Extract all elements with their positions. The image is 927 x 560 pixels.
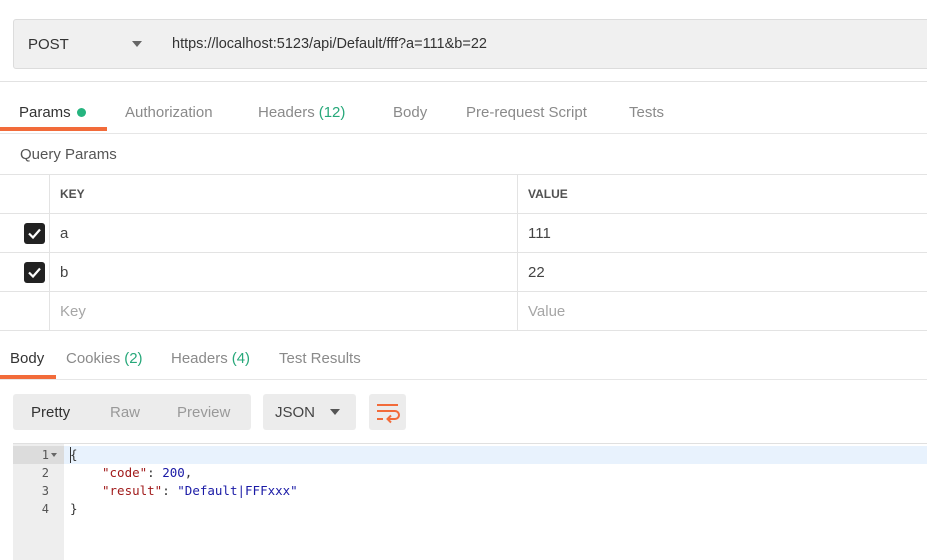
- tab-cookies-count: (2): [124, 350, 143, 367]
- table-row-new: Key Value: [0, 292, 927, 331]
- json-key: "code": [102, 465, 148, 480]
- param-checkbox[interactable]: [24, 223, 45, 244]
- fold-arrow-icon[interactable]: [51, 453, 57, 457]
- method-select[interactable]: POST: [13, 19, 159, 69]
- line-number: 3: [41, 484, 49, 498]
- row-checkbox-cell: [0, 292, 50, 330]
- tab-headers-label: Headers: [258, 104, 315, 121]
- tab-params[interactable]: Params: [19, 94, 86, 131]
- tab-response-body[interactable]: Body: [10, 340, 44, 377]
- chevron-down-icon: [132, 41, 142, 47]
- tab-params-label: Params: [19, 104, 71, 121]
- view-raw-button[interactable]: Raw: [110, 394, 140, 430]
- code-line: }: [70, 500, 78, 518]
- row-checkbox-cell: [0, 214, 50, 252]
- close-brace: }: [70, 501, 78, 516]
- tab-response-headers[interactable]: Headers (4): [171, 340, 250, 377]
- wrap-lines-button[interactable]: [369, 394, 406, 430]
- checkmark-icon: [28, 228, 41, 240]
- response-tabs: Body Cookies (2) Headers (4) Test Result…: [0, 340, 927, 380]
- open-brace: {: [70, 447, 78, 462]
- code-line: {: [70, 446, 78, 464]
- query-params-title: Query Params: [20, 146, 117, 163]
- table-header-row: KEY VALUE: [0, 175, 927, 214]
- tab-body[interactable]: Body: [393, 94, 427, 131]
- method-label: POST: [28, 35, 69, 53]
- tab-test-results[interactable]: Test Results: [279, 340, 361, 377]
- text-cursor: [70, 447, 71, 463]
- json-number-value: 200: [162, 465, 185, 480]
- tab-response-body-underline: [0, 375, 56, 379]
- code-line: "result": "Default|FFFxxx": [102, 483, 298, 498]
- view-preview-button[interactable]: Preview: [177, 394, 230, 430]
- tab-cookies-label: Cookies: [66, 350, 121, 367]
- url-input[interactable]: https://localhost:5123/api/Default/fff?a…: [158, 19, 927, 69]
- param-value[interactable]: 22: [518, 253, 927, 291]
- line-number: 4: [41, 502, 49, 516]
- view-mode-segmented: Pretty Raw Preview: [13, 394, 251, 430]
- chevron-down-icon: [330, 409, 340, 415]
- view-pretty-button[interactable]: Pretty: [31, 394, 70, 430]
- wrap-lines-icon: [377, 404, 400, 424]
- param-value[interactable]: 111: [518, 214, 927, 252]
- table-row: a 111: [0, 214, 927, 253]
- new-key-input[interactable]: Key: [50, 292, 518, 330]
- tab-authorization[interactable]: Authorization: [125, 94, 213, 131]
- row-checkbox-cell: [0, 253, 50, 291]
- format-select[interactable]: JSON: [263, 394, 356, 430]
- json-string-value: "Default|FFFxxx": [177, 483, 298, 498]
- code-line: "code": 200,: [102, 465, 193, 480]
- line-number: 2: [41, 466, 49, 480]
- active-line-highlight: [13, 446, 927, 464]
- tab-response-headers-label: Headers: [171, 350, 228, 367]
- tab-params-underline: [0, 127, 107, 131]
- tab-headers-count: (12): [318, 104, 346, 121]
- table-row: b 22: [0, 253, 927, 292]
- header-checkbox-cell: [0, 175, 50, 213]
- request-tabs: Params Authorization Headers (12) Body P…: [0, 94, 927, 134]
- tab-prerequest-script[interactable]: Pre-request Script: [466, 94, 587, 131]
- param-key[interactable]: b: [50, 253, 518, 291]
- checkmark-icon: [28, 267, 41, 279]
- tab-tests[interactable]: Tests: [629, 94, 664, 131]
- param-checkbox[interactable]: [24, 262, 45, 283]
- response-body-editor[interactable]: 1 2 3 4 { "code": 200, "result": "Defaul…: [13, 443, 927, 560]
- format-label: JSON: [275, 403, 316, 421]
- params-indicator-dot: [76, 108, 86, 117]
- param-key[interactable]: a: [50, 214, 518, 252]
- tab-headers[interactable]: Headers (12): [258, 94, 345, 131]
- json-key: "result": [102, 483, 163, 498]
- query-params-table: KEY VALUE a 111 b 22 Key Value: [0, 174, 927, 331]
- line-number: 1: [41, 448, 49, 462]
- tab-cookies[interactable]: Cookies (2): [66, 340, 143, 377]
- header-key: KEY: [50, 175, 518, 213]
- request-bar: POST https://localhost:5123/api/Default/…: [0, 0, 927, 82]
- header-value: VALUE: [528, 187, 568, 201]
- tab-response-headers-count: (4): [231, 350, 251, 367]
- new-value-input[interactable]: Value: [518, 292, 927, 330]
